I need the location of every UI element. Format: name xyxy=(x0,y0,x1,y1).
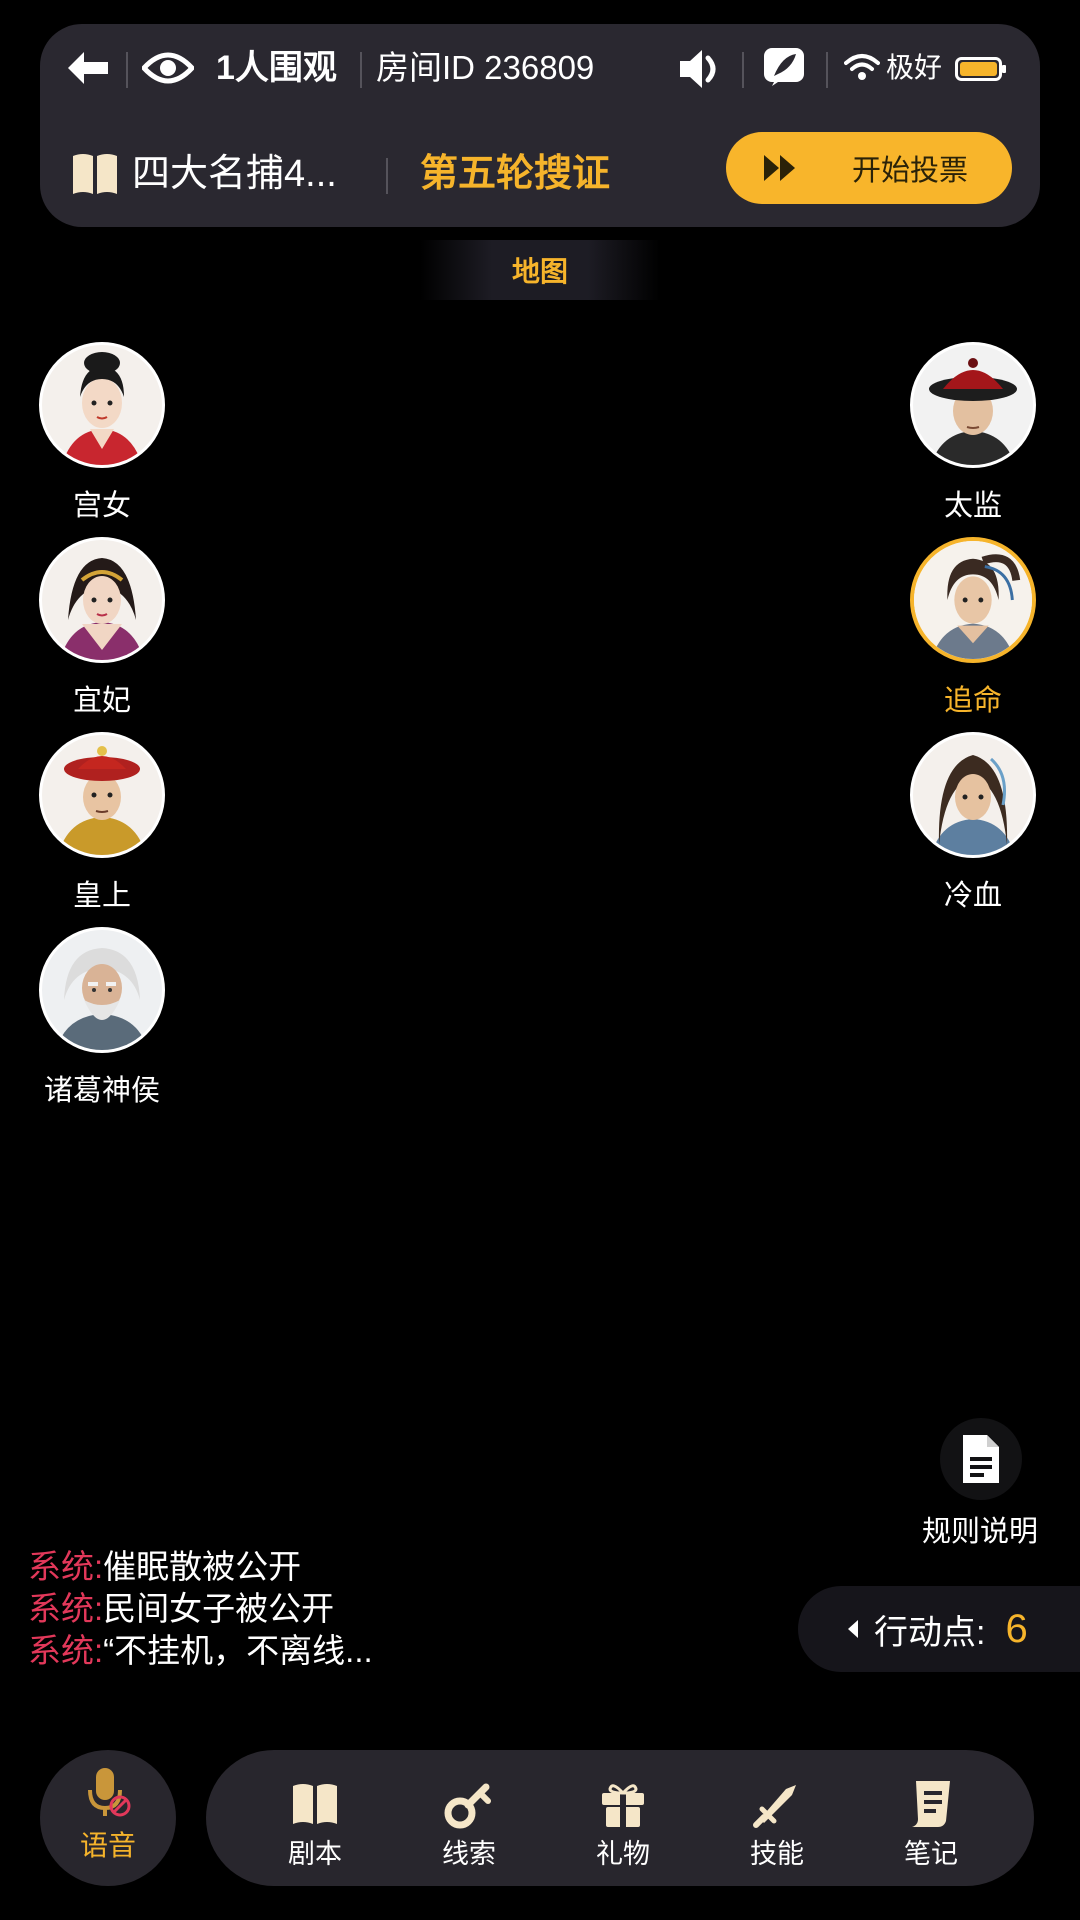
player-consort-yi[interactable]: 宜妃 xyxy=(32,537,172,719)
sword-icon xyxy=(700,1778,854,1830)
header-game-row: 四大名捕4... 第五轮搜证 开始投票 xyxy=(40,128,1040,218)
wifi-icon xyxy=(842,50,882,84)
player-name: 追命 xyxy=(943,685,1002,717)
gift-button[interactable]: 礼物 xyxy=(546,1750,700,1886)
avatar xyxy=(39,927,165,1053)
player-eunuch[interactable]: 太监 xyxy=(903,342,1043,524)
notes-icon xyxy=(854,1778,1008,1830)
viewer-count: 1人围观 xyxy=(216,49,337,87)
eye-icon xyxy=(142,46,194,90)
player-name: 诸葛神侯 xyxy=(43,1075,160,1107)
script-name[interactable]: 四大名捕4... xyxy=(132,150,337,198)
document-icon xyxy=(963,1435,999,1483)
chat-sender: 系统: xyxy=(28,1590,104,1627)
bottom-toolbar: 剧本 线索 礼物 技能 笔记 xyxy=(206,1750,1034,1886)
player-palace-maid[interactable]: 宫女 xyxy=(32,342,172,524)
script-label: 剧本 xyxy=(288,1839,342,1869)
divider xyxy=(742,52,744,88)
gift-label: 礼物 xyxy=(596,1839,650,1869)
avatar xyxy=(39,537,165,663)
avatar-selected xyxy=(910,537,1036,663)
fast-forward-icon xyxy=(764,154,802,182)
action-points-label: 行动点: xyxy=(874,1613,986,1652)
divider xyxy=(386,158,388,194)
avatar xyxy=(910,732,1036,858)
notes-label: 笔记 xyxy=(904,1839,958,1869)
battery-icon xyxy=(955,57,1007,81)
divider xyxy=(360,52,362,88)
room-id: 房间ID 236809 xyxy=(376,49,595,86)
chat-sender: 系统: xyxy=(28,1632,104,1669)
rules-label[interactable]: 规则说明 xyxy=(900,1508,1060,1550)
notes-button[interactable]: 笔记 xyxy=(854,1750,1008,1886)
chat-message: “不挂机，不离线... xyxy=(103,1632,373,1669)
player-name: 太监 xyxy=(943,490,1002,522)
player-name: 宫女 xyxy=(72,490,131,522)
map-tab[interactable]: 地图 xyxy=(420,240,660,300)
skill-button[interactable]: 技能 xyxy=(700,1750,854,1886)
divider xyxy=(126,52,128,88)
start-vote-label: 开始投票 xyxy=(852,155,969,187)
round-title: 第五轮搜证 xyxy=(420,153,611,195)
voice-button[interactable]: 语音 xyxy=(40,1750,176,1886)
player-zhuge-shenhou[interactable]: 诸葛神侯 xyxy=(32,927,172,1109)
room-header: 1人围观 房间ID 236809 极好 四大名捕4... 第五轮搜证 开始投票 xyxy=(40,24,1040,227)
chat-sender: 系统: xyxy=(28,1548,104,1585)
player-name: 冷血 xyxy=(943,880,1002,912)
action-points-panel[interactable]: 行动点: 6 xyxy=(798,1586,1080,1672)
chat-line: 系统:民间女子被公开 xyxy=(28,1588,588,1630)
header-status-row: 1人围观 房间ID 236809 极好 xyxy=(40,24,1040,112)
avatar xyxy=(910,342,1036,468)
clues-label: 线索 xyxy=(442,1839,496,1869)
skill-label: 技能 xyxy=(750,1839,804,1869)
player-emperor[interactable]: 皇上 xyxy=(32,732,172,914)
player-lengxue[interactable]: 冷血 xyxy=(903,732,1043,914)
voice-label: 语音 xyxy=(79,1830,136,1861)
avatar xyxy=(39,732,165,858)
chat-line: 系统:“不挂机，不离线... xyxy=(28,1630,588,1672)
gift-icon xyxy=(546,1778,700,1830)
rules-button[interactable] xyxy=(940,1418,1022,1500)
action-points-value: 6 xyxy=(1005,1606,1028,1651)
chat-message: 民间女子被公开 xyxy=(103,1590,335,1627)
player-name: 皇上 xyxy=(72,880,131,912)
clues-button[interactable]: 线索 xyxy=(392,1750,546,1886)
divider xyxy=(826,52,828,88)
system-chat-log: 系统:催眠散被公开 系统:民间女子被公开 系统:“不挂机，不离线... xyxy=(28,1546,588,1672)
player-name: 宜妃 xyxy=(72,685,131,717)
chat-line: 系统:催眠散被公开 xyxy=(28,1546,588,1588)
feather-icon[interactable] xyxy=(760,44,808,92)
microphone-muted-icon xyxy=(40,1766,176,1820)
signal-quality: 极好 xyxy=(886,52,943,83)
script-button[interactable]: 剧本 xyxy=(238,1750,392,1886)
avatar xyxy=(39,342,165,468)
speaker-icon[interactable] xyxy=(674,44,724,94)
back-button[interactable] xyxy=(58,44,118,92)
key-icon xyxy=(392,1778,546,1830)
book-icon xyxy=(238,1778,392,1830)
caret-left-icon xyxy=(848,1620,858,1638)
book-icon xyxy=(70,150,120,198)
back-arrow-icon xyxy=(68,52,108,84)
start-vote-button[interactable]: 开始投票 xyxy=(726,132,1012,204)
chat-message: 催眠散被公开 xyxy=(103,1548,302,1585)
player-zhuiming[interactable]: 追命 xyxy=(903,537,1043,719)
